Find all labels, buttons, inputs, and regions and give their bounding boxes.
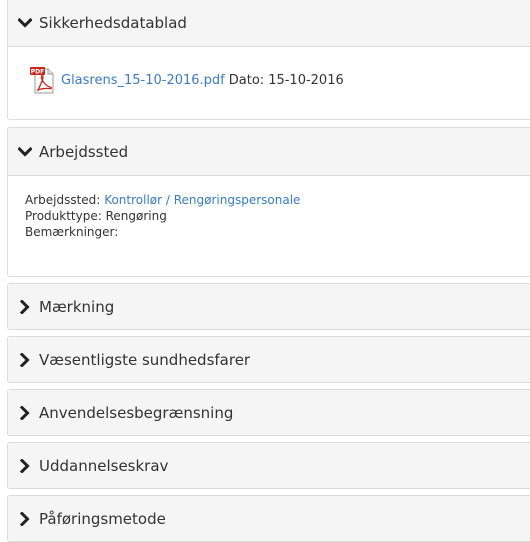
- panel-heading-anvendelsesbegraensning[interactable]: Anvendelsesbegrænsning: [8, 390, 530, 435]
- panel-body-arbejdssted: Arbejdssted: Kontrollør / Rengøringspers…: [8, 176, 530, 240]
- chevron-right-icon: [18, 511, 34, 526]
- svg-text:PDF: PDF: [31, 69, 44, 76]
- chevron-right-icon: [18, 352, 34, 367]
- workplace-line: Arbejdssted: Kontrollør / Rengøringspers…: [25, 192, 517, 208]
- product-type-value: Rengøring: [105, 209, 167, 223]
- panel-heading-arbejdssted[interactable]: Arbejdssted: [8, 128, 530, 176]
- panel-maerkning: Mærkning: [7, 283, 530, 330]
- panel-title: Påføringsmetode: [39, 509, 166, 528]
- product-type-label: Produkttype:: [25, 209, 102, 223]
- workplace-label: Arbejdssted:: [25, 193, 101, 207]
- panel-title: Uddannelseskrav: [39, 456, 169, 475]
- product-type-line: Produkttype: Rengøring: [25, 208, 517, 224]
- panel-title: Væsentligste sundhedsfarer: [39, 350, 251, 369]
- panel-heading-paaforingsmetode[interactable]: Påføringsmetode: [8, 496, 530, 541]
- remarks-label: Bemærkninger:: [25, 225, 119, 239]
- panel-heading-sikkerhedsdatablad[interactable]: Sikkerhedsdatablad: [8, 0, 530, 47]
- chevron-down-icon: [18, 16, 34, 30]
- accordion: Sikkerhedsdatablad PDF Glasrens_15-10-20…: [0, 0, 530, 542]
- sds-file-row: PDF Glasrens_15-10-2016.pdf Dato: 15-10-…: [25, 65, 517, 95]
- panel-anvendelsesbegraensning: Anvendelsesbegrænsning: [7, 389, 530, 436]
- workplace-link[interactable]: Kontrollør / Rengøringspersonale: [104, 193, 300, 207]
- chevron-down-icon: [18, 145, 34, 159]
- panel-paaforingsmetode: Påføringsmetode: [7, 495, 530, 542]
- pdf-file-icon[interactable]: PDF: [29, 65, 57, 95]
- remarks-line: Bemærkninger:: [25, 224, 517, 240]
- panel-uddannelseskrav: Uddannelseskrav: [7, 442, 530, 489]
- sds-file-link[interactable]: Glasrens_15-10-2016.pdf: [61, 73, 225, 88]
- panel-heading-uddannelseskrav[interactable]: Uddannelseskrav: [8, 443, 530, 488]
- panel-heading-vaesentligste-sundhedsfarer[interactable]: Væsentligste sundhedsfarer: [8, 337, 530, 382]
- panel-title: Arbejdssted: [39, 142, 129, 161]
- chevron-right-icon: [18, 458, 34, 473]
- panel-heading-maerkning[interactable]: Mærkning: [8, 284, 530, 329]
- panel-title: Sikkerhedsdatablad: [39, 13, 187, 32]
- panel-title: Anvendelsesbegrænsning: [39, 403, 234, 422]
- panel-arbejdssted: Arbejdssted Arbejdssted: Kontrollør / Re…: [7, 127, 530, 277]
- sds-date-label: Dato:: [228, 72, 265, 88]
- panel-vaesentligste-sundhedsfarer: Væsentligste sundhedsfarer: [7, 336, 530, 383]
- panel-title: Mærkning: [39, 297, 115, 316]
- chevron-right-icon: [18, 405, 34, 420]
- chevron-right-icon: [18, 299, 34, 314]
- sds-date-value: 15-10-2016: [268, 72, 344, 88]
- panel-body-sikkerhedsdatablad: PDF Glasrens_15-10-2016.pdf Dato: 15-10-…: [8, 47, 530, 95]
- panel-sikkerhedsdatablad: Sikkerhedsdatablad PDF Glasrens_15-10-20…: [7, 0, 530, 120]
